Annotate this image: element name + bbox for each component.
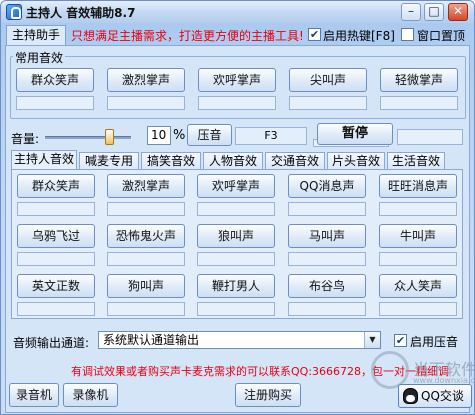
hotkey-label: 启用热键[F8]	[323, 29, 395, 43]
volume-label: 音量:	[11, 132, 40, 146]
window-ontop-label: 窗口置顶	[417, 29, 466, 43]
sound-button[interactable]: 狗叫声	[107, 274, 185, 298]
common-hotkey-slot	[107, 96, 185, 110]
sound-hotkey-slot	[107, 252, 185, 266]
sound-hotkey-slot	[288, 302, 366, 316]
sound-button[interactable]: 乌鸦飞过	[17, 224, 95, 248]
output-channel-label: 音频输出通道:	[13, 336, 90, 350]
common-crowd-laugh-button[interactable]: 群众笑声	[16, 68, 94, 92]
sound-button[interactable]: 狼叫声	[197, 224, 275, 248]
sound-button[interactable]: 旺旺消息声	[379, 174, 457, 198]
sound-hotkey-slot	[288, 202, 366, 216]
common-light-applause-button[interactable]: 轻微掌声	[380, 68, 458, 92]
tab-host-effects[interactable]: 主持人音效	[11, 150, 77, 170]
hotkey-checkbox[interactable]: ✔	[308, 28, 321, 41]
press-volume-button[interactable]: 压音	[187, 124, 232, 146]
sound-button[interactable]: 英文正数	[17, 274, 95, 298]
volume-value-field[interactable]: 10	[147, 126, 171, 145]
pause-button[interactable]: 暂停	[317, 123, 393, 145]
screen-recorder-button[interactable]: 录像机	[63, 383, 118, 407]
tab-character-effects[interactable]: 人物音效	[203, 152, 263, 169]
host-assistant-tab[interactable]: 主持助手	[6, 25, 66, 45]
sound-button[interactable]: 欢呼掌声	[197, 174, 275, 198]
microphone-icon	[6, 4, 22, 20]
register-buy-button[interactable]: 注册购买	[235, 383, 301, 407]
tab-life-effects[interactable]: 生活音效	[387, 152, 445, 169]
sound-button[interactable]: 激烈掌声	[107, 174, 185, 198]
sound-button[interactable]: 牛叫声	[379, 224, 457, 248]
sound-button[interactable]: 恐怖鬼火声	[107, 224, 185, 248]
sound-hotkey-slot	[107, 202, 185, 216]
sound-recorder-button[interactable]: 录音机	[9, 383, 59, 407]
sound-hotkey-slot	[197, 202, 275, 216]
tab-funny-effects[interactable]: 搞笑音效	[141, 152, 201, 169]
app-window: 主持人 音效辅助8.7 – □ ✕ 主持助手 只想满足主播需求，打造更方便的主播…	[0, 0, 475, 415]
sound-hotkey-slot	[17, 252, 95, 266]
title-bar[interactable]: 主持人 音效辅助8.7 – □ ✕	[1, 1, 474, 23]
volume-slider[interactable]	[45, 136, 131, 139]
enable-press-checkbox[interactable]: ✔	[394, 334, 407, 347]
sound-button[interactable]: 群众笑声	[17, 174, 95, 198]
output-channel-value: 系统默认通道输出	[103, 333, 200, 347]
press-hotkey-field[interactable]: F3	[235, 127, 307, 145]
window-ontop-checkbox[interactable]	[401, 28, 414, 41]
sound-hotkey-slot	[197, 302, 275, 316]
common-hotkey-slot	[380, 96, 458, 110]
sound-hotkey-slot	[17, 302, 95, 316]
sound-hotkey-slot	[379, 302, 457, 316]
sound-button[interactable]: QQ消息声	[288, 174, 366, 198]
tab-traffic-effects[interactable]: 交通音效	[265, 152, 325, 169]
sound-hotkey-slot	[379, 252, 457, 266]
sound-button[interactable]: 布谷鸟	[288, 274, 366, 298]
percent-sign: %	[173, 128, 186, 143]
sound-button[interactable]: 马叫声	[288, 224, 366, 248]
maximize-button[interactable]: □	[424, 3, 444, 21]
sound-hotkey-slot	[288, 252, 366, 266]
common-intense-applause-button[interactable]: 激烈掌声	[107, 68, 185, 92]
sound-hotkey-slot	[107, 302, 185, 316]
promo-text: 只想满足主播需求，打造更方便的主播工具!	[71, 29, 304, 43]
common-cheer-applause-button[interactable]: 欢呼掌声	[198, 68, 276, 92]
output-channel-select[interactable]: 系统默认通道输出 ▼	[98, 331, 381, 349]
tab-mc-special[interactable]: 喊麦专用	[79, 152, 139, 169]
enable-press-label: 启用压音	[410, 335, 459, 349]
checkmark-icon: ✔	[395, 334, 406, 347]
common-scream-button[interactable]: 尖叫声	[289, 68, 367, 92]
sound-hotkey-slot	[379, 202, 457, 216]
sound-button[interactable]: 鞭打男人	[197, 274, 275, 298]
window-title: 主持人 音效辅助8.7	[26, 6, 136, 20]
pause-hotkey-slot	[397, 129, 463, 145]
close-button[interactable]: ✕	[448, 3, 468, 21]
sound-button[interactable]: 众人笑声	[379, 274, 457, 298]
common-hotkey-slot	[289, 96, 367, 110]
minimize-button[interactable]: –	[401, 3, 421, 21]
tab-intro-effects[interactable]: 片头音效	[327, 152, 385, 169]
checkmark-icon: ✔	[309, 28, 320, 41]
qq-chat-button[interactable]: QQ交谈	[398, 384, 472, 408]
chevron-down-icon[interactable]: ▼	[364, 332, 380, 348]
qq-chat-label: QQ交谈	[421, 389, 464, 403]
volume-slider-handle[interactable]	[105, 129, 114, 145]
contact-notice: 有调试效果或者购买声卡麦克需求的可以联系QQ:3666728，包一对一精细调	[71, 365, 450, 378]
common-effects-title: 常用音效	[13, 49, 66, 66]
qq-penguin-icon	[403, 388, 418, 404]
common-hotkey-slot	[198, 96, 276, 110]
sound-hotkey-slot	[17, 202, 95, 216]
common-hotkey-slot	[16, 96, 94, 110]
sound-hotkey-slot	[197, 252, 275, 266]
